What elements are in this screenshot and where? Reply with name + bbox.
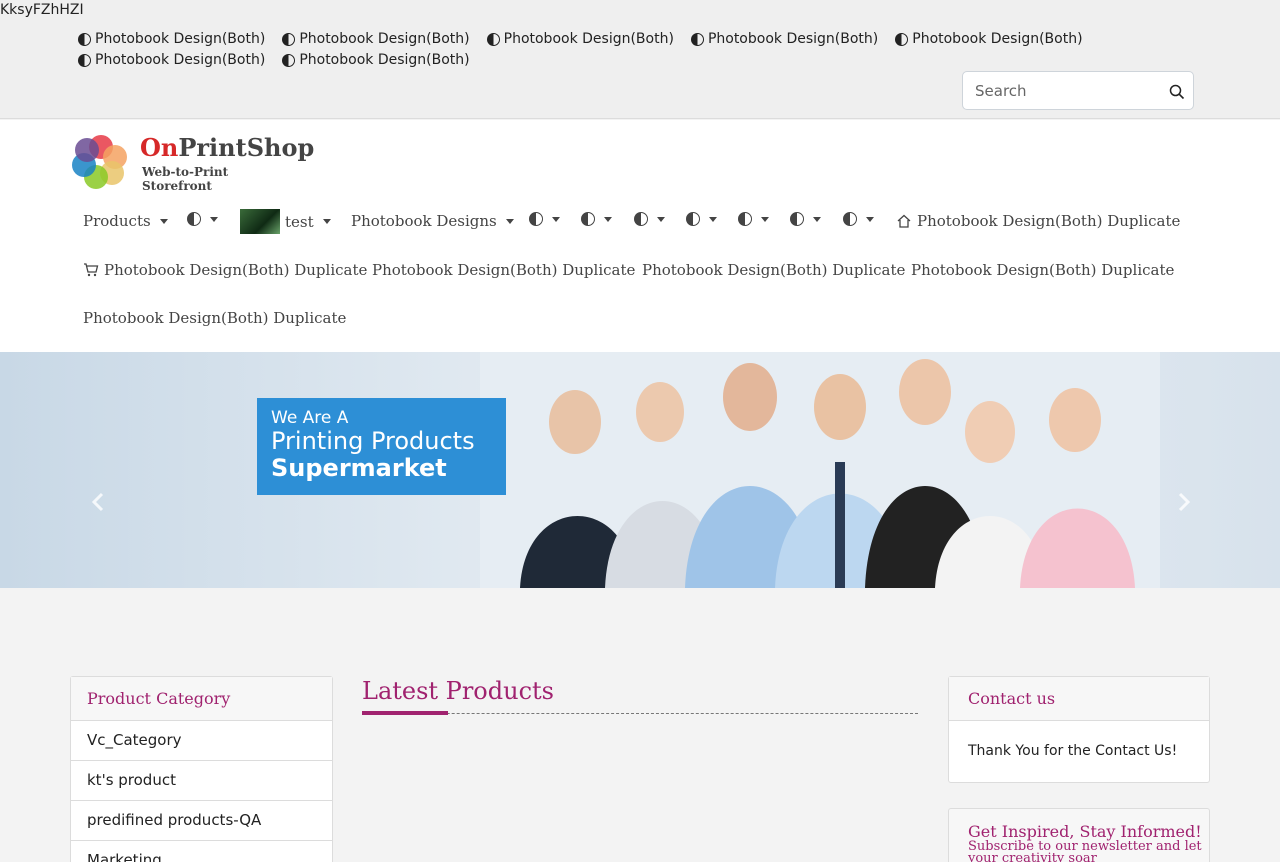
banner-line-1: We Are A xyxy=(271,408,349,428)
test-thumbnail xyxy=(240,209,280,234)
top-link[interactable]: Photobook Design(Both) xyxy=(78,30,265,48)
nav-theme-6[interactable] xyxy=(738,212,769,226)
caret-down-icon xyxy=(709,216,717,222)
carousel-prev-icon[interactable] xyxy=(90,492,106,512)
caret-down-icon xyxy=(159,218,168,224)
top-link[interactable]: Photobook Design(Both) xyxy=(282,51,470,69)
caret-down-icon xyxy=(761,216,769,222)
nav-theme-4[interactable] xyxy=(634,212,665,226)
caret-down-icon xyxy=(657,216,665,222)
nav-theme-1[interactable] xyxy=(187,212,218,226)
top-links: Photobook Design(Both) Photobook Design(… xyxy=(78,30,1138,69)
half-circle-icon xyxy=(690,32,704,46)
top-link[interactable]: Photobook Design(Both) xyxy=(895,30,1083,48)
half-circle-icon xyxy=(282,32,296,46)
half-circle-icon xyxy=(634,212,648,226)
nav-test[interactable]: test xyxy=(240,209,331,234)
half-circle-icon xyxy=(282,53,296,67)
home-icon xyxy=(897,214,911,228)
search-input[interactable] xyxy=(963,72,1163,109)
half-circle-icon xyxy=(843,212,857,226)
top-link[interactable]: Photobook Design(Both) xyxy=(78,51,265,69)
half-circle-icon xyxy=(790,212,804,226)
contact-panel: Contact us Thank You for the Contact Us! xyxy=(948,676,1210,783)
product-category-panel: Product Category Vc_Category kt's produc… xyxy=(70,676,333,862)
nav-cart-duplicate[interactable]: Photobook Design(Both) Duplicate xyxy=(83,261,367,279)
site-code: KksyFZhHZI xyxy=(0,2,84,18)
top-link[interactable]: Photobook Design(Both) xyxy=(690,30,878,48)
top-link[interactable]: Photobook Design(Both) xyxy=(282,30,470,48)
category-item[interactable]: Marketing xyxy=(71,841,332,862)
nav-products[interactable]: Products xyxy=(83,212,168,230)
nav-photobook-designs[interactable]: Photobook Designs xyxy=(351,212,514,230)
top-link[interactable]: Photobook Design(Both) xyxy=(486,30,674,48)
nav-duplicate-4[interactable]: Photobook Design(Both) Duplicate xyxy=(83,309,346,327)
cart-icon xyxy=(84,263,99,277)
nav-duplicate-1[interactable]: Photobook Design(Both) Duplicate xyxy=(372,261,635,279)
caret-down-icon xyxy=(604,216,612,222)
nav-theme-3[interactable] xyxy=(581,212,612,226)
caret-down-icon xyxy=(866,216,874,222)
hero-banner: We Are A Printing Products Supermarket xyxy=(0,352,1280,588)
contact-message: Thank You for the Contact Us! xyxy=(968,743,1178,759)
product-category-title: Product Category xyxy=(71,677,332,721)
category-item[interactable]: predifined products-QA xyxy=(71,801,332,841)
half-circle-icon xyxy=(686,212,700,226)
logo-name: OnPrintShop xyxy=(140,133,315,162)
nav-home-duplicate[interactable]: Photobook Design(Both) Duplicate xyxy=(896,212,1180,230)
logo-tagline: Web-to-Print Storefront xyxy=(142,165,229,193)
caret-down-icon xyxy=(552,216,560,222)
banner-line-2: Printing Products xyxy=(271,427,475,455)
half-circle-icon xyxy=(895,32,909,46)
logo-mark-icon xyxy=(72,135,127,189)
banner-headline: We Are A Printing Products Supermarket xyxy=(257,398,506,495)
banner-line-3: Supermarket xyxy=(271,454,447,482)
carousel-next-icon[interactable] xyxy=(1176,492,1192,512)
nav-theme-2[interactable] xyxy=(529,212,560,226)
latest-products-accent xyxy=(362,711,448,715)
nav-theme-7[interactable] xyxy=(790,212,821,226)
header: OnPrintShop Web-to-Print Storefront Prod… xyxy=(0,120,1280,352)
half-circle-icon xyxy=(581,212,595,226)
half-circle-icon xyxy=(738,212,752,226)
category-item[interactable]: kt's product xyxy=(71,761,332,801)
latest-products-title: Latest Products xyxy=(362,677,554,705)
half-circle-icon xyxy=(187,212,201,226)
nav-duplicate-2[interactable]: Photobook Design(Both) Duplicate xyxy=(642,261,905,279)
caret-down-icon xyxy=(210,216,218,222)
nav-theme-5[interactable] xyxy=(686,212,717,226)
team-photo xyxy=(480,352,1160,588)
contact-title: Contact us xyxy=(949,677,1209,721)
search-box xyxy=(962,71,1194,110)
nav-theme-8[interactable] xyxy=(843,212,874,226)
category-item[interactable]: Vc_Category xyxy=(71,721,332,761)
half-circle-icon xyxy=(78,53,91,67)
nav-duplicate-3[interactable]: Photobook Design(Both) Duplicate xyxy=(911,261,1174,279)
logo[interactable]: OnPrintShop Web-to-Print Storefront xyxy=(70,133,314,193)
half-circle-icon xyxy=(78,32,91,46)
caret-down-icon xyxy=(505,218,514,224)
half-circle-icon xyxy=(486,32,500,46)
newsletter-panel: Get Inspired, Stay Informed! Subscribe t… xyxy=(948,808,1210,862)
caret-down-icon xyxy=(322,219,331,224)
half-circle-icon xyxy=(529,212,543,226)
top-bar: KksyFZhHZI Photobook Design(Both) Photob… xyxy=(0,0,1280,119)
caret-down-icon xyxy=(813,216,821,222)
newsletter-subtitle-2: your creativity soar xyxy=(968,851,1097,862)
search-icon[interactable] xyxy=(1169,84,1185,100)
